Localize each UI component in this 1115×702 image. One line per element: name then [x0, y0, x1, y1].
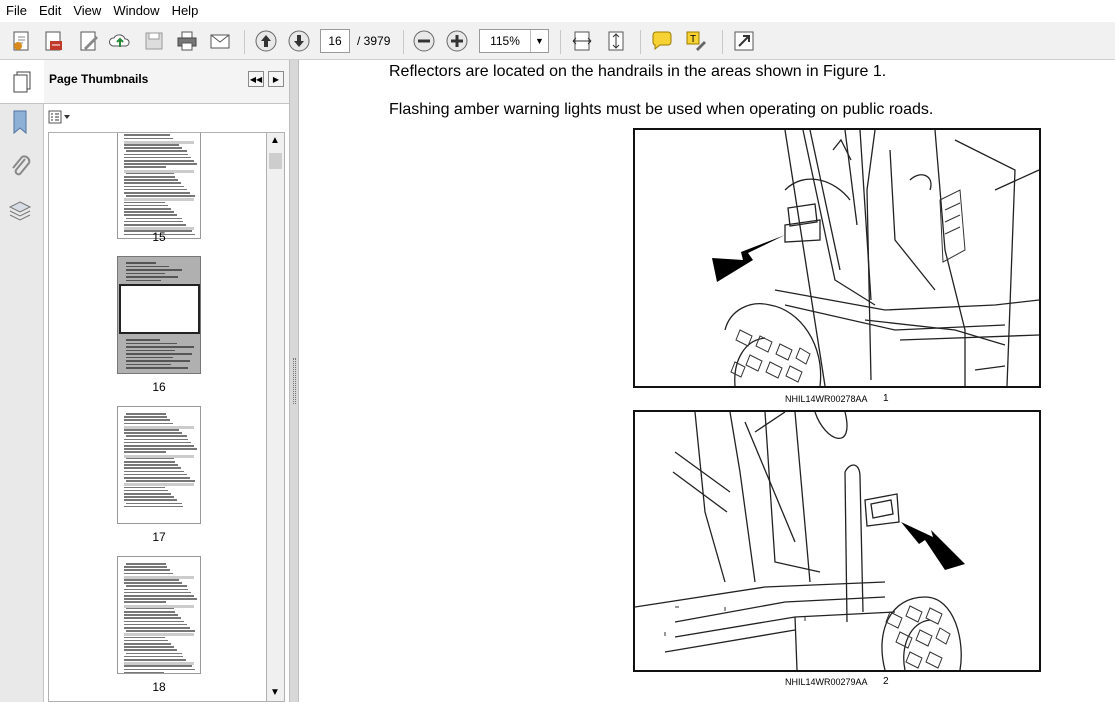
highlight-text-icon[interactable]: T: [682, 27, 710, 55]
previous-page-icon[interactable]: [252, 27, 280, 55]
thumbnail-scrollbar[interactable]: ▲ ▼: [267, 132, 285, 702]
zoom-in-icon[interactable]: [443, 27, 471, 55]
menu-window[interactable]: Window: [107, 0, 165, 22]
menu-file[interactable]: File: [0, 0, 33, 22]
body-text-line: Flashing amber warning lights must be us…: [389, 101, 934, 118]
figure-1-illustration: [633, 128, 1041, 388]
edit-document-icon[interactable]: [75, 27, 103, 55]
chevron-down-icon[interactable]: ▼: [530, 30, 548, 52]
page-total: / 3979: [357, 34, 391, 48]
menu-help[interactable]: Help: [166, 0, 205, 22]
fit-page-icon[interactable]: [602, 27, 630, 55]
thumbnail-list[interactable]: 15 16 17 18: [48, 132, 267, 702]
thumbnail-label: 18: [152, 680, 166, 694]
thumbnail-page-17[interactable]: [117, 406, 201, 524]
open-icon[interactable]: [8, 27, 36, 55]
zoom-out-icon[interactable]: [410, 27, 438, 55]
next-page-icon[interactable]: [285, 27, 313, 55]
figure-2-illustration: [633, 410, 1041, 672]
panel-title: Page Thumbnails: [49, 72, 149, 86]
bookmarks-icon[interactable]: [6, 108, 34, 136]
scroll-up-icon[interactable]: ▲: [267, 133, 283, 149]
scroll-down-icon[interactable]: ▼: [267, 685, 283, 701]
save-icon[interactable]: [140, 27, 168, 55]
zoom-value: 115%: [490, 34, 520, 48]
layers-icon[interactable]: [6, 196, 34, 224]
toolbar: 16 / 3979 115% ▼ T: [0, 22, 1115, 60]
figure-caption-code: NHIL14WR00279AA: [785, 677, 868, 687]
zoom-select[interactable]: 115% ▼: [479, 29, 549, 53]
thumbnail-view-box[interactable]: [119, 284, 200, 334]
email-icon[interactable]: [206, 27, 234, 55]
figure-caption-number: 1: [883, 393, 889, 404]
panel-splitter[interactable]: [289, 60, 299, 702]
thumbnails-panel: Page Thumbnails ◀◀ ▶ 15 16 17 18 ▲ ▼: [44, 60, 289, 702]
document-view[interactable]: Reflectors are located on the handrails …: [299, 60, 1115, 702]
expand-panel-icon[interactable]: ▶: [268, 71, 284, 87]
upload-cloud-icon[interactable]: [106, 27, 134, 55]
print-icon[interactable]: [173, 27, 201, 55]
thumbnail-label: 15: [152, 230, 166, 244]
thumbnail-label: 17: [152, 530, 166, 544]
collapse-panel-icon[interactable]: ◀◀: [248, 71, 264, 87]
comment-icon[interactable]: [648, 27, 676, 55]
thumbnail-page-15[interactable]: [117, 133, 201, 239]
page-number-input[interactable]: 16: [320, 29, 350, 53]
page-thumbnails-icon[interactable]: [0, 60, 44, 104]
thumbnail-page-16[interactable]: [117, 256, 201, 374]
body-text-line: Reflectors are located on the handrails …: [389, 63, 887, 80]
thumbnail-label: 16: [152, 380, 166, 394]
scrollbar-thumb[interactable]: [269, 153, 282, 169]
full-screen-icon[interactable]: [730, 27, 758, 55]
navigation-rail: [0, 60, 44, 702]
thumbnail-page-18[interactable]: [117, 556, 201, 674]
panel-header: Page Thumbnails ◀◀ ▶: [44, 60, 289, 104]
attachments-icon[interactable]: [6, 152, 34, 180]
menu-edit[interactable]: Edit: [33, 0, 67, 22]
figure-caption-number: 2: [883, 676, 889, 687]
fit-width-icon[interactable]: [568, 27, 596, 55]
menu-view[interactable]: View: [67, 0, 107, 22]
create-pdf-icon[interactable]: [40, 27, 68, 55]
svg-text:T: T: [690, 34, 696, 45]
figure-caption-code: NHIL14WR00278AA: [785, 394, 868, 404]
thumbnail-options-icon[interactable]: [48, 110, 72, 124]
menu-bar: File Edit View Window Help: [0, 0, 1115, 22]
